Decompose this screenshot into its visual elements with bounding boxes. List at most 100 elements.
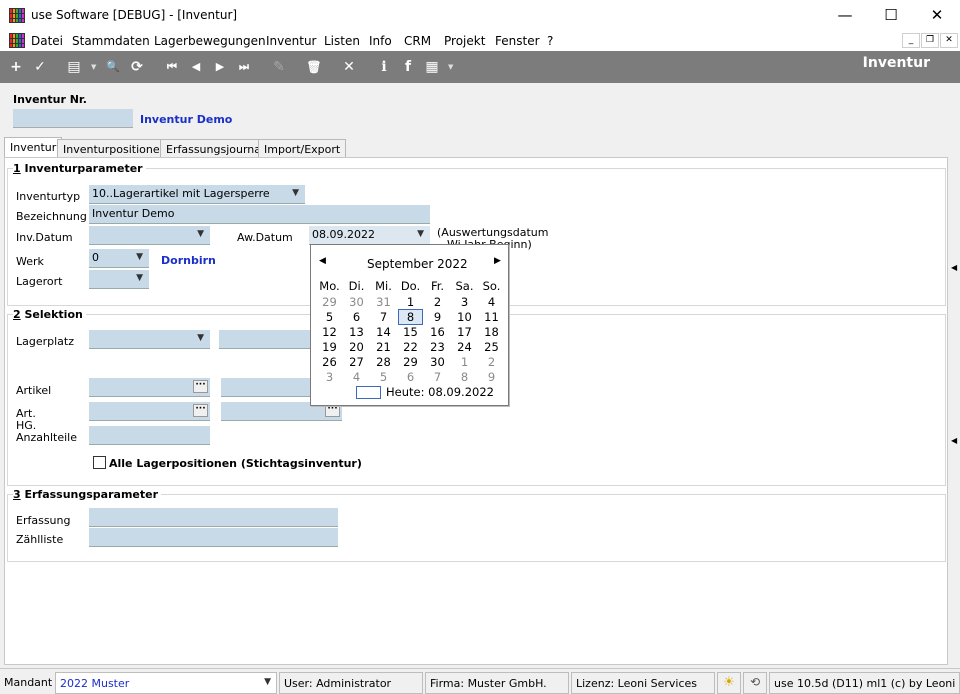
erfassung-input[interactable]	[89, 508, 338, 527]
maximize-button[interactable]: ☐	[868, 0, 914, 31]
menu-listen[interactable]: Listen	[324, 34, 360, 48]
menu-stammdaten[interactable]: Stammdaten	[72, 34, 150, 48]
prev-record-icon[interactable]: ◀	[187, 58, 205, 76]
calendar-day[interactable]: 8	[451, 370, 478, 384]
cancel-icon[interactable]: ✕	[340, 58, 358, 76]
calendar-day[interactable]: 1	[451, 355, 478, 369]
mdi-minimize-button[interactable]: _	[902, 33, 920, 48]
calendar-day[interactable]: 2	[478, 355, 505, 369]
tab-inventurpositionen[interactable]: Inventurpositionen	[57, 139, 173, 157]
calendar-prev-month-icon[interactable]: ◀	[319, 256, 326, 266]
menu-info[interactable]: Info	[369, 34, 392, 48]
alle-lagerpositionen-checkbox[interactable]	[93, 456, 106, 469]
calendar-day[interactable]: 17	[451, 325, 478, 339]
calendar-day[interactable]: 28	[370, 355, 397, 369]
grid-dropdown-icon[interactable]: ▼	[448, 63, 453, 71]
calendar-day[interactable]: 29	[397, 355, 424, 369]
calendar-day[interactable]: 6	[343, 310, 370, 324]
confirm-icon[interactable]: ✓	[31, 58, 49, 76]
zaehlliste-input[interactable]	[89, 528, 338, 547]
calendar-day[interactable]: 21	[370, 340, 397, 354]
calendar-day[interactable]: 13	[343, 325, 370, 339]
mandant-select[interactable]: 2022 Muster ▼	[55, 672, 277, 694]
menu-datei[interactable]: Datei	[31, 34, 63, 48]
calendar-day[interactable]: 7	[424, 370, 451, 384]
calendar-day[interactable]: 25	[478, 340, 505, 354]
anzahlteile-input[interactable]	[89, 426, 210, 445]
last-record-icon[interactable]: ⏭	[235, 58, 253, 76]
right-splitter[interactable]: ◀ ◀	[950, 83, 960, 668]
edit-icon[interactable]: ✎	[270, 58, 288, 76]
splitter-arrow-icon[interactable]: ◀	[951, 436, 957, 445]
first-record-icon[interactable]: ⏮	[163, 58, 181, 76]
grid-icon[interactable]: ▦	[423, 58, 441, 76]
calendar-day[interactable]: 20	[343, 340, 370, 354]
delete-icon[interactable]: 🗑	[305, 58, 323, 76]
refresh-icon[interactable]: ⟳	[128, 58, 146, 76]
info-icon[interactable]: i	[375, 58, 393, 76]
calendar-day[interactable]: 27	[343, 355, 370, 369]
tab-erfassungsjournal[interactable]: Erfassungsjournal	[160, 139, 271, 157]
calendar-day[interactable]: 2	[424, 295, 451, 309]
menu-inventur[interactable]: Inventur	[266, 34, 316, 48]
calendar-day[interactable]: 30	[424, 355, 451, 369]
sun-icon[interactable]: ☀	[717, 672, 741, 694]
calendar-month-label[interactable]: September 2022	[367, 257, 468, 271]
calendar-day[interactable]: 15	[397, 325, 424, 339]
menu-lagerbewegungen[interactable]: Lagerbewegungen	[154, 34, 266, 48]
art-hg-from-input[interactable]: ···	[89, 402, 210, 421]
minimize-button[interactable]: —	[822, 0, 868, 31]
inventurtyp-select[interactable]: 10..Lagerartikel mit Lagersperre ▼	[89, 185, 305, 204]
calendar-day[interactable]: 4	[478, 295, 505, 309]
artikel-from-lookup-button[interactable]: ···	[193, 380, 208, 393]
lagerort-select[interactable]: ▼	[89, 270, 149, 289]
calendar-day[interactable]: 12	[316, 325, 343, 339]
calendar-day[interactable]: 23	[424, 340, 451, 354]
artikel-from-input[interactable]: ···	[89, 378, 210, 397]
menu-fenster[interactable]: Fenster	[495, 34, 540, 48]
invdatum-select[interactable]: ▼	[89, 226, 210, 245]
menu-projekt[interactable]: Projekt	[444, 34, 485, 48]
calendar-next-month-icon[interactable]: ▶	[494, 256, 501, 266]
tab-inventur[interactable]: Inventur	[4, 137, 63, 158]
calendar-day[interactable]: 26	[316, 355, 343, 369]
print-icon[interactable]: ▤	[65, 58, 83, 76]
mdi-restore-button[interactable]: ❐	[921, 33, 939, 48]
tab-import-export[interactable]: Import/Export	[258, 139, 347, 157]
calendar-day[interactable]: 19	[316, 340, 343, 354]
calendar-day[interactable]: 4	[343, 370, 370, 384]
calendar-day[interactable]: 7	[370, 310, 397, 324]
calendar-day[interactable]: 3	[451, 295, 478, 309]
calendar-day[interactable]: 9	[478, 370, 505, 384]
art-hg-from-lookup-button[interactable]: ···	[193, 404, 208, 417]
awdatum-select[interactable]: 08.09.2022 ▼	[309, 226, 430, 245]
calendar-day[interactable]: 11	[478, 310, 505, 324]
calendar-day[interactable]: 29	[316, 295, 343, 309]
search-icon[interactable]: 🔍	[104, 58, 122, 76]
calendar-day[interactable]: 5	[316, 310, 343, 324]
calendar-day[interactable]: 6	[397, 370, 424, 384]
menu-crm[interactable]: CRM	[404, 34, 431, 48]
calendar-day[interactable]: 10	[451, 310, 478, 324]
calendar-day[interactable]: 24	[451, 340, 478, 354]
calendar-day[interactable]: 3	[316, 370, 343, 384]
calendar-day[interactable]: 8	[398, 309, 423, 325]
bezeichnung-input[interactable]: Inventur Demo	[89, 205, 430, 224]
close-button[interactable]: ✕	[914, 0, 960, 31]
calendar-day[interactable]: 22	[397, 340, 424, 354]
lagerplatz-from-select[interactable]: ▼	[89, 330, 210, 349]
add-icon[interactable]: +	[7, 58, 25, 76]
next-record-icon[interactable]: ▶	[211, 58, 229, 76]
calendar-today-button[interactable]: Heute: 08.09.2022	[386, 385, 494, 399]
calendar-day[interactable]: 31	[370, 295, 397, 309]
sync-icon[interactable]: ⟲	[743, 672, 767, 694]
calendar-day[interactable]: 9	[424, 310, 451, 324]
calendar-day[interactable]: 30	[343, 295, 370, 309]
menu-help[interactable]: ?	[547, 34, 553, 48]
splitter-arrow-icon[interactable]: ◀	[951, 263, 957, 272]
calendar-day[interactable]: 5	[370, 370, 397, 384]
werk-select[interactable]: 0 ▼	[89, 249, 149, 268]
calendar-day[interactable]: 14	[370, 325, 397, 339]
facebook-icon[interactable]: f	[399, 58, 417, 76]
inventur-nr-input[interactable]	[13, 109, 133, 128]
